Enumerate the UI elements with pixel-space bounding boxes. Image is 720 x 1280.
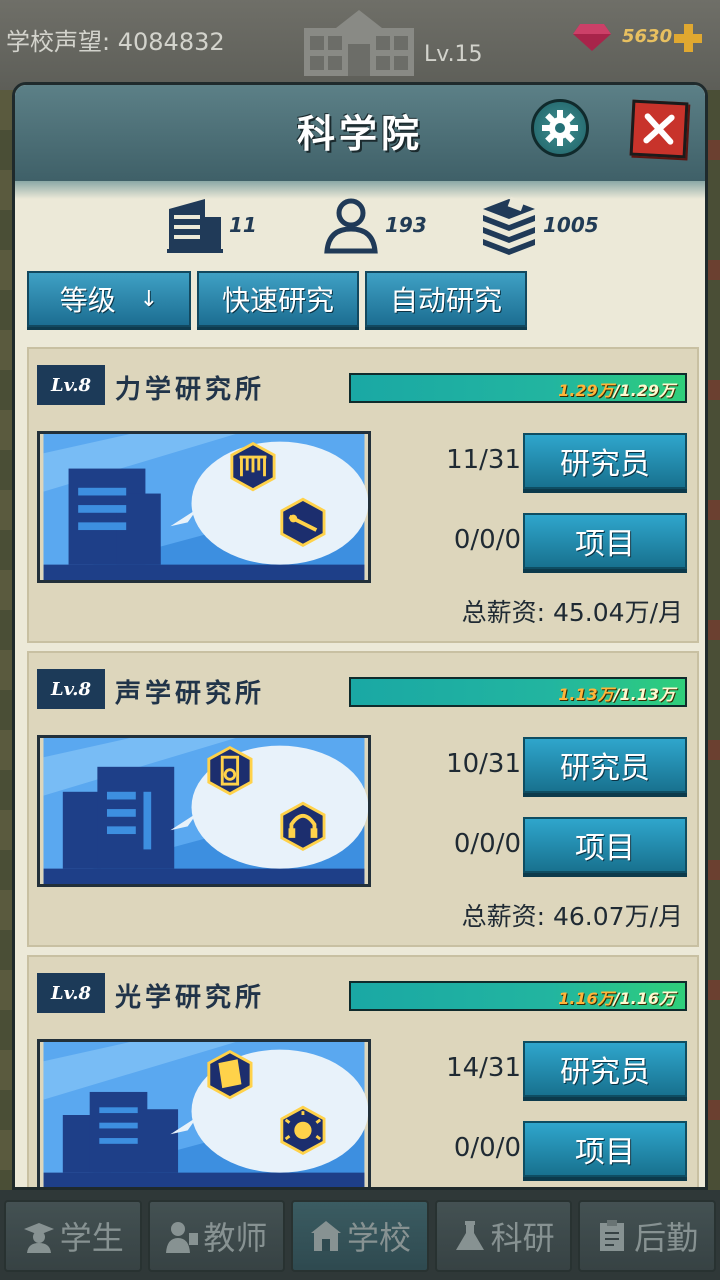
researcher-button[interactable]: 研究员	[523, 433, 687, 489]
sort-arrow-icon: ↓	[139, 286, 159, 312]
researcher-button[interactable]: 研究员	[523, 737, 687, 793]
headphones-icon	[280, 801, 326, 852]
stat-buildings-value: 11	[229, 213, 257, 237]
institute-card: Lv.8 力学研究所 1.29万/1.29万 11/31 研究员 0/0/0 项…	[27, 347, 699, 643]
progress-current: 1.29万	[558, 381, 614, 400]
stat-papers-value: 1005	[543, 213, 599, 237]
modal-header: 科学院	[15, 85, 705, 199]
person-icon	[324, 198, 378, 254]
acoustics-illustration	[43, 738, 368, 884]
tab-label: 教师	[203, 1219, 268, 1257]
settings-button[interactable]	[531, 99, 589, 157]
progress-text: 1.29万/1.29万	[558, 377, 675, 401]
progress-max: /1.16万	[613, 989, 675, 1008]
close-icon	[643, 113, 675, 145]
institute-card: Lv.8 声学研究所 1.13万/1.13万 10/31 研究员 0/0/0 项…	[27, 651, 699, 947]
progress-bar: 1.13万/1.13万	[349, 677, 687, 707]
add-gems-icon[interactable]	[672, 22, 704, 54]
progress-max: /1.29万	[613, 381, 675, 400]
pendulum-icon	[230, 441, 276, 492]
sort-label: 等级	[59, 284, 116, 317]
sort-by-level-button[interactable]: 等级 ↓	[27, 271, 191, 327]
top-status-bar: 学校声望: 4084832 Lv.15 5630	[0, 0, 720, 90]
institute-illustration	[37, 431, 371, 583]
lever-icon	[280, 497, 326, 548]
speaker-icon	[207, 745, 253, 796]
institute-name: 光学研究所	[115, 983, 266, 1013]
close-button[interactable]	[629, 99, 689, 159]
stat-papers: 1005	[479, 195, 599, 255]
stat-researchers: 193	[321, 195, 427, 255]
tab-school[interactable]: 学校	[291, 1200, 429, 1272]
institute-list[interactable]: Lv.8 力学研究所 1.29万/1.29万 11/31 研究员 0/0/0 项…	[27, 347, 699, 1187]
institute-name: 声学研究所	[115, 679, 266, 709]
project-count: 0/0/0	[453, 525, 521, 555]
level-badge: Lv.8	[37, 973, 105, 1013]
optics-illustration	[43, 1042, 368, 1187]
school-building-icon	[304, 10, 414, 76]
institute-illustration	[37, 735, 371, 887]
researcher-count: 11/31	[446, 445, 521, 475]
academy-stats: 11 193 1005	[15, 195, 705, 265]
tab-label: 科研	[490, 1219, 555, 1257]
total-salary: 总薪资: 46.07万/月	[461, 902, 683, 931]
tab-teachers[interactable]: 教师	[147, 1200, 286, 1272]
auto-research-button[interactable]: 自动研究	[365, 271, 527, 327]
progress-text: 1.16万/1.16万	[558, 985, 675, 1009]
researcher-button[interactable]: 研究员	[523, 1041, 687, 1097]
reputation-text: 学校声望: 4084832	[6, 22, 225, 57]
project-count: 0/0/0	[453, 1133, 521, 1163]
project-button[interactable]: 项目	[523, 817, 687, 873]
gear-icon	[542, 110, 578, 146]
level-badge: Lv.8	[37, 669, 105, 709]
researcher-count: 10/31	[446, 749, 521, 779]
gem-icon	[573, 24, 611, 51]
school-icon	[310, 1221, 341, 1251]
books-icon	[483, 196, 535, 255]
project-count: 0/0/0	[453, 829, 521, 859]
quick-research-button[interactable]: 快速研究	[197, 271, 359, 327]
total-salary: 总薪资: 45.04万/月	[461, 598, 683, 627]
institute-card: Lv.8 光学研究所 1.16万/1.16万 14/31 研究员 0/0/0 项…	[27, 955, 699, 1187]
level-badge: Lv.8	[37, 365, 105, 405]
student-icon	[23, 1223, 54, 1253]
teacher-icon	[166, 1222, 199, 1253]
gem-count: 5630	[622, 26, 673, 47]
institute-name: 力学研究所	[115, 375, 266, 405]
progress-bar: 1.29万/1.29万	[349, 373, 687, 403]
stat-buildings: 11	[165, 195, 257, 255]
action-row: 等级 ↓ 快速研究 自动研究	[27, 271, 527, 327]
mechanics-illustration	[43, 434, 368, 580]
project-button[interactable]: 项目	[523, 513, 687, 569]
stat-researchers-value: 193	[385, 213, 427, 237]
institute-illustration	[37, 1039, 371, 1187]
tab-label: 学校	[346, 1219, 411, 1257]
tab-students[interactable]: 学生	[4, 1200, 142, 1272]
prism-icon	[207, 1049, 253, 1100]
progress-bar: 1.16万/1.16万	[349, 981, 687, 1011]
tab-label: 学生	[59, 1219, 124, 1257]
academy-modal: 科学院 11 193 1005 等级 ↓ 快速研究 自动研究 Lv.8 力学研究…	[12, 82, 708, 1190]
tab-research[interactable]: 科研	[434, 1200, 573, 1272]
tab-label: 后勤	[634, 1219, 699, 1257]
bottom-nav: 学生 教师 学校 科研 后勤	[0, 1190, 720, 1280]
progress-text: 1.13万/1.13万	[558, 681, 675, 705]
researcher-count: 14/31	[446, 1053, 521, 1083]
modal-title: 科学院	[296, 111, 423, 156]
progress-current: 1.13万	[558, 685, 614, 704]
flask-icon	[455, 1221, 484, 1250]
tab-logistics[interactable]: 后勤	[578, 1200, 716, 1272]
clipboard-icon	[600, 1220, 625, 1251]
school-level: Lv.15	[424, 42, 483, 67]
building-icon	[167, 199, 223, 253]
lightbulb-icon	[280, 1105, 326, 1156]
progress-max: /1.13万	[613, 685, 675, 704]
progress-current: 1.16万	[558, 989, 614, 1008]
reputation-label: 学校声望:	[6, 28, 111, 56]
reputation-value: 4084832	[117, 28, 225, 56]
project-button[interactable]: 项目	[523, 1121, 687, 1177]
